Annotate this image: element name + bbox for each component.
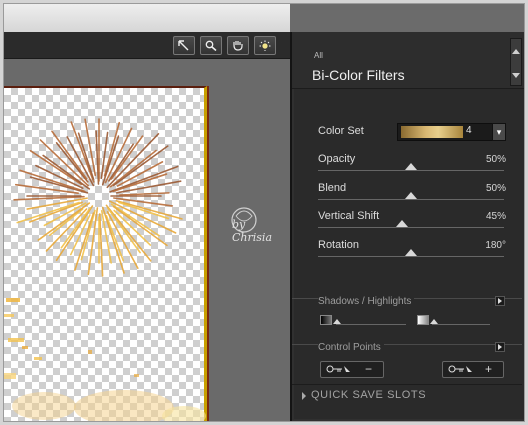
firework-image (4, 118, 206, 421)
burst-ray (119, 192, 170, 196)
add-control-point-button[interactable]: + (442, 361, 504, 378)
slider-label: Vertical Shift (318, 210, 380, 222)
slider-value: 180° (485, 239, 506, 251)
slider-label: Blend (318, 181, 347, 194)
color-set-label: Color Set (318, 125, 364, 137)
control-points-expand-icon[interactable] (495, 342, 505, 352)
zoom-icon[interactable] (200, 36, 222, 55)
burst-ray (113, 209, 152, 246)
chevron-down-icon: ▾ (496, 127, 502, 137)
plus-icon: + (485, 362, 493, 376)
remove-control-point-button[interactable]: − (320, 361, 384, 378)
canvas-toolbar (4, 32, 290, 59)
shadows-thumb[interactable] (333, 319, 341, 324)
quick-save-expand-icon[interactable] (302, 392, 306, 400)
firework-burst (13, 118, 183, 277)
filter-title: Bi-Color Filters (312, 67, 405, 83)
slider-track[interactable] (318, 227, 504, 228)
light-icon[interactable] (254, 36, 276, 55)
category-label: All (314, 51, 323, 60)
shadows-swatch[interactable] (320, 315, 332, 325)
arrow-pointer-icon[interactable] (173, 36, 195, 55)
slider-thumb[interactable] (405, 248, 417, 256)
slider-track[interactable] (318, 255, 504, 257)
quick-save-divider (292, 384, 522, 385)
quick-save-title[interactable]: QUICK SAVE SLOTS (311, 389, 426, 401)
shadows-track (336, 324, 406, 325)
highlights-thumb[interactable] (430, 319, 438, 324)
scroll-down-icon[interactable] (512, 73, 520, 78)
slider-label: Opacity (318, 153, 356, 165)
slider-track[interactable] (318, 170, 504, 171)
watermark-stamp: by Chrisia (224, 200, 288, 250)
watermark-text: by Chrisia (232, 218, 272, 244)
app-window: by Chrisia All Bi-Color Filters Color Se… (3, 3, 525, 422)
slider-thumb[interactable] (405, 163, 417, 170)
control-points-title: Control Points (318, 342, 384, 353)
control-point-pointer-icon (448, 365, 472, 373)
minus-icon: − (365, 362, 373, 376)
hand-icon[interactable] (227, 36, 249, 55)
scroll-up-icon[interactable] (512, 49, 520, 54)
slider-track[interactable] (318, 198, 504, 200)
highlights-swatch[interactable] (417, 315, 429, 325)
color-set-swatch (401, 126, 463, 138)
slider-thumb[interactable] (405, 191, 417, 199)
sparkles (4, 298, 206, 421)
filter-scroll[interactable] (510, 38, 522, 86)
slider-value: 50% (485, 182, 506, 194)
slider-thumb[interactable] (395, 220, 408, 227)
shadows-highlights-title: Shadows / Highlights (318, 296, 415, 307)
burst-ray (99, 213, 104, 277)
slider-value: 45% (485, 211, 506, 222)
burst-ray (95, 130, 100, 185)
window-top-strip (4, 4, 290, 33)
color-set-value: 4 (466, 125, 472, 136)
slider-value: 50% (485, 154, 506, 165)
shadows-expand-icon[interactable] (495, 296, 505, 306)
highlights-track (432, 324, 490, 325)
slider-label: Rotation (318, 238, 359, 251)
filter-header: All Bi-Color Filters (292, 32, 524, 89)
filter-panel: All Bi-Color Filters Color Set 4 ▾ Opaci… (290, 32, 524, 421)
burst-ray (13, 195, 85, 201)
color-set-select[interactable]: 4 (397, 123, 493, 141)
color-set-dropdown-button[interactable]: ▾ (492, 123, 506, 141)
control-point-pointer-icon (326, 365, 350, 373)
